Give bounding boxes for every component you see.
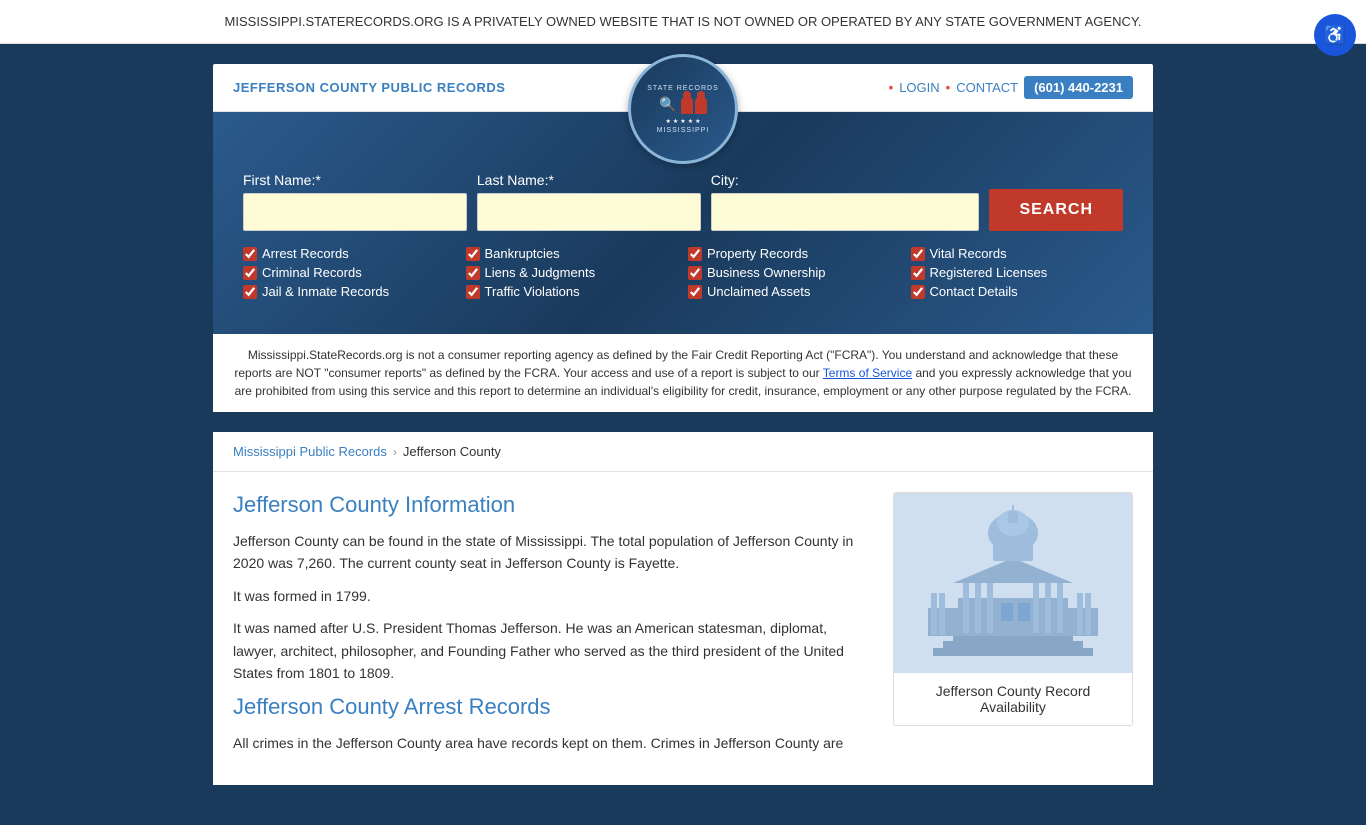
accessibility-button[interactable]: ♿ [1314, 14, 1356, 56]
dot-2: • [946, 80, 951, 95]
main-wrapper: STATE RECORDS 🔍 ★ ★ ★ ★ ★ MISSISSIPPI [0, 44, 1366, 825]
checkbox-4[interactable] [243, 266, 257, 280]
checkbox-item: Traffic Violations [466, 284, 679, 299]
city-label: City: [711, 172, 980, 188]
banner-text: MISSISSIPPI.STATERECORDS.ORG IS A PRIVAT… [225, 14, 1142, 29]
breadcrumb: Mississippi Public Records › Jefferson C… [213, 432, 1153, 472]
logo-people [681, 96, 707, 114]
checkbox-item: Bankruptcies [466, 246, 679, 261]
checkboxes-grid: Arrest Records Bankruptcies Property Recor… [243, 246, 1123, 299]
record-card-image [894, 493, 1132, 673]
last-name-label: Last Name:* [477, 172, 701, 188]
checkbox-8[interactable] [243, 285, 257, 299]
city-input[interactable] [711, 193, 980, 231]
checkbox-label-11: Contact Details [930, 284, 1018, 299]
search-fields: First Name:* Last Name:* City: SEARCH [243, 172, 1123, 231]
checkbox-item: Unclaimed Assets [688, 284, 901, 299]
info-para-2: It was formed in 1799. [233, 585, 873, 607]
checkbox-label-9: Traffic Violations [485, 284, 580, 299]
terms-of-service-link[interactable]: Terms of Service [823, 366, 912, 380]
notice-banner: MISSISSIPPI.STATERECORDS.ORG IS A PRIVAT… [0, 0, 1366, 44]
logo-star-3: ★ [680, 118, 685, 125]
contact-link[interactable]: CONTACT [956, 80, 1018, 95]
record-card-label: Jefferson County Record Availability [894, 673, 1132, 725]
breadcrumb-parent[interactable]: Mississippi Public Records [233, 444, 387, 459]
checkbox-item: Criminal Records [243, 265, 456, 280]
checkbox-3[interactable] [911, 247, 925, 261]
arrest-para: All crimes in the Jefferson County area … [233, 732, 873, 754]
logo-icons: 🔍 [659, 96, 706, 114]
checkbox-label-8: Jail & Inmate Records [262, 284, 389, 299]
logo-star-1: ★ [666, 118, 671, 125]
search-card: STATE RECORDS 🔍 ★ ★ ★ ★ ★ MISSISSIPPI [213, 64, 1153, 412]
checkbox-item: Liens & Judgments [466, 265, 679, 280]
info-para-3: It was named after U.S. President Thomas… [233, 617, 873, 684]
disclaimer: Mississippi.StateRecords.org is not a co… [213, 334, 1153, 412]
checkbox-11[interactable] [911, 285, 925, 299]
dot-1: • [889, 80, 894, 95]
city-group: City: [711, 172, 980, 231]
checkbox-label-3: Vital Records [930, 246, 1007, 261]
info-para-1: Jefferson County can be found in the sta… [233, 530, 873, 575]
logo-bottom-text: MISSISSIPPI [657, 127, 710, 134]
checkbox-label-4: Criminal Records [262, 265, 362, 280]
checkbox-item: Registered Licenses [911, 265, 1124, 280]
checkbox-label-1: Bankruptcies [485, 246, 560, 261]
card-header-right: • LOGIN • CONTACT (601) 440-2231 [889, 76, 1133, 99]
record-availability-card: Jefferson County Record Availability [893, 492, 1133, 726]
content-area: Mississippi Public Records › Jefferson C… [213, 432, 1153, 785]
sidebar-card: Jefferson County Record Availability [893, 492, 1133, 765]
checkbox-item: Property Records [688, 246, 901, 261]
info-section-title: Jefferson County Information [233, 492, 873, 518]
checkbox-5[interactable] [466, 266, 480, 280]
main-text: Jefferson County Information Jefferson C… [233, 492, 873, 765]
checkbox-9[interactable] [466, 285, 480, 299]
logo-person-1 [681, 96, 693, 114]
phone-number[interactable]: (601) 440-2231 [1024, 76, 1133, 99]
accessibility-icon: ♿ [1324, 25, 1346, 46]
logo-stars: ★ ★ ★ ★ ★ [666, 118, 701, 125]
page-content: Jefferson County Information Jefferson C… [213, 472, 1153, 785]
checkbox-item: Vital Records [911, 246, 1124, 261]
checkbox-item: Jail & Inmate Records [243, 284, 456, 299]
search-button[interactable]: SEARCH [989, 189, 1123, 231]
breadcrumb-current: Jefferson County [403, 444, 501, 459]
checkbox-7[interactable] [911, 266, 925, 280]
checkbox-item: Business Ownership [688, 265, 901, 280]
logo-star-4: ★ [688, 118, 693, 125]
checkbox-0[interactable] [243, 247, 257, 261]
checkbox-item: Arrest Records [243, 246, 456, 261]
first-name-label: First Name:* [243, 172, 467, 188]
logo-top-text: STATE RECORDS [647, 85, 718, 92]
login-link[interactable]: LOGIN [899, 80, 939, 95]
checkbox-1[interactable] [466, 247, 480, 261]
checkbox-label-2: Property Records [707, 246, 808, 261]
first-name-input[interactable] [243, 193, 467, 231]
logo-star-5: ★ [695, 118, 700, 125]
checkbox-2[interactable] [688, 247, 702, 261]
last-name-input[interactable] [477, 193, 701, 231]
logo-container: STATE RECORDS 🔍 ★ ★ ★ ★ ★ MISSISSIPPI [628, 54, 738, 164]
last-name-group: Last Name:* [477, 172, 701, 231]
card-title: JEFFERSON COUNTY PUBLIC RECORDS [233, 80, 505, 95]
checkbox-6[interactable] [688, 266, 702, 280]
checkbox-10[interactable] [688, 285, 702, 299]
checkbox-item: Contact Details [911, 284, 1124, 299]
checkbox-label-5: Liens & Judgments [485, 265, 596, 280]
logo-search-icon: 🔍 [659, 96, 676, 113]
logo-person-2 [695, 96, 707, 114]
site-logo: STATE RECORDS 🔍 ★ ★ ★ ★ ★ MISSISSIPPI [628, 54, 738, 164]
arrest-section-title: Jefferson County Arrest Records [233, 694, 873, 720]
checkbox-label-7: Registered Licenses [930, 265, 1048, 280]
breadcrumb-chevron: › [393, 445, 397, 459]
checkbox-label-6: Business Ownership [707, 265, 826, 280]
capitol-building-icon [923, 503, 1103, 663]
logo-star-2: ★ [673, 118, 678, 125]
first-name-group: First Name:* [243, 172, 467, 231]
checkbox-label-0: Arrest Records [262, 246, 349, 261]
checkbox-label-10: Unclaimed Assets [707, 284, 810, 299]
